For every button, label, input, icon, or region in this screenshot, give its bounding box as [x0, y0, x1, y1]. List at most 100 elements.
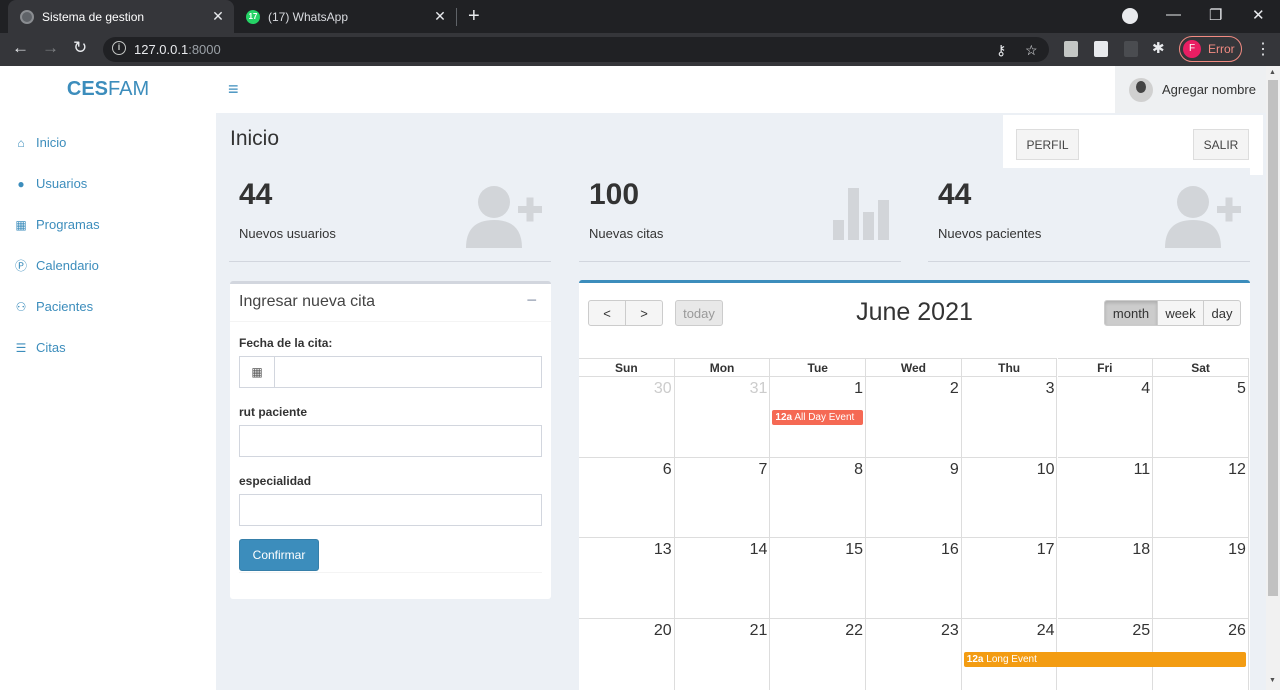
day-number: 20	[653, 621, 672, 639]
calendar-day-cell[interactable]: 6	[579, 457, 675, 538]
confirm-button[interactable]: Confirmar	[239, 539, 319, 571]
specialty-input[interactable]	[239, 494, 542, 526]
calendar-day-cell[interactable]: 4	[1057, 377, 1154, 458]
day-number: 5	[1236, 380, 1246, 397]
calendar-event[interactable]: 12a All Day Event	[772, 410, 864, 425]
bookmark-star-icon[interactable]: ☆	[1025, 42, 1038, 59]
calendar-day-cell[interactable]: 5	[1153, 377, 1249, 458]
day-number: 26	[1228, 621, 1246, 639]
sidebar-item-pacientes[interactable]: ⚇ Pacientes	[0, 286, 216, 327]
extensions-puzzle-icon[interactable]: ✱	[1152, 39, 1165, 57]
sidebar-item-inicio[interactable]: ⌂ Inicio	[0, 122, 216, 163]
calendar-day-cell[interactable]: 12	[1153, 457, 1249, 538]
calendar-day-cell[interactable]: 31	[674, 377, 771, 458]
calendar-day-cell[interactable]: 8	[770, 457, 867, 538]
extension-save-icon[interactable]	[1064, 41, 1078, 57]
day-view-button[interactable]: day	[1203, 300, 1241, 326]
rut-input[interactable]	[239, 425, 542, 457]
day-number: 19	[1228, 541, 1246, 558]
extension-document-icon[interactable]	[1094, 41, 1108, 57]
calendar-day-cell[interactable]: 2	[866, 377, 962, 458]
day-number: 21	[749, 621, 768, 639]
calendar-day-cell[interactable]: 20	[579, 618, 675, 690]
key-icon[interactable]: ⚷	[996, 42, 1006, 59]
calendar-day-cell[interactable]: 3	[961, 377, 1058, 458]
calendar-day-cell[interactable]: 22	[770, 618, 867, 690]
day-number: 10	[1036, 460, 1055, 478]
users-icon: ⚇	[15, 299, 27, 314]
calendar-day-cell[interactable]: 7	[674, 457, 771, 538]
sidebar-item-usuarios[interactable]: ● Usuarios	[0, 163, 216, 204]
day-of-week-header: Sun	[579, 358, 675, 377]
day-number: 6	[662, 460, 672, 478]
tab-search-icon[interactable]	[1122, 8, 1138, 24]
day-number: 14	[749, 541, 768, 558]
brand-logo[interactable]: CESFAM	[0, 78, 216, 101]
calendar-day-cell[interactable]: 11	[1057, 457, 1154, 538]
sidebar-item-calendario[interactable]: Ⓟ Calendario	[0, 245, 216, 286]
close-tab-icon[interactable]: ✕	[208, 8, 228, 25]
tab-sistema-de-gestion[interactable]: Sistema de gestion ✕	[8, 0, 234, 33]
site-info-icon[interactable]: i	[112, 41, 126, 55]
reload-icon[interactable]: ↻	[73, 38, 87, 58]
week-view-button[interactable]: week	[1157, 300, 1204, 326]
day-number: 23	[940, 621, 959, 639]
collapse-button[interactable]: −	[526, 290, 537, 311]
close-tab-icon[interactable]: ✕	[430, 8, 450, 25]
next-month-button[interactable]: >	[625, 300, 663, 326]
day-of-week-header: Wed	[866, 358, 962, 377]
today-button[interactable]: today	[675, 300, 723, 326]
forward-icon[interactable]: →	[42, 38, 59, 58]
calendar-day-cell[interactable]: 17	[961, 538, 1058, 619]
close-window-icon[interactable]: ✕	[1252, 6, 1265, 24]
address-bar[interactable]: i 127.0.0.1:8000 ⚷ ☆	[103, 37, 1049, 62]
day-number: 30	[653, 380, 672, 397]
tab-whatsapp[interactable]: 17 (17) WhatsApp ✕	[234, 0, 456, 33]
calendar-event[interactable]: 12a Long Event	[963, 651, 1246, 667]
box-footer-divider	[239, 572, 542, 573]
sidebar-item-programas[interactable]: ▦ Programas	[0, 204, 216, 245]
logout-button[interactable]: SALIR	[1193, 129, 1249, 160]
tab-title: Sistema de gestion	[42, 9, 145, 24]
restore-icon[interactable]: ❐	[1209, 6, 1222, 24]
calendar-day-cell[interactable]: 19	[1153, 538, 1249, 619]
prev-month-button[interactable]: <	[588, 300, 626, 326]
calendar-day-cell[interactable]: 21	[675, 618, 771, 690]
day-number: 11	[1133, 460, 1151, 478]
calendar-day-cell[interactable]: 23	[866, 618, 962, 690]
profile-button[interactable]: PERFIL	[1016, 129, 1079, 160]
scroll-up-icon[interactable]: ▲	[1269, 69, 1276, 76]
box-header: Ingresar nueva cita −	[230, 284, 551, 322]
stat-value: 44	[239, 178, 273, 211]
day-number: 4	[1141, 380, 1151, 397]
new-tab-button[interactable]: +	[468, 5, 480, 28]
calendar-day-cell[interactable]: 14	[674, 538, 771, 619]
browser-menu-icon[interactable]: ⋮	[1255, 39, 1271, 59]
back-icon[interactable]: ←	[12, 38, 29, 58]
profile-button[interactable]: F Error	[1179, 36, 1242, 62]
calendar-day-cell[interactable]: 18	[1057, 538, 1154, 619]
calendar-day-cell[interactable]: 13	[579, 538, 675, 619]
calendar-day-cell[interactable]: 30	[579, 377, 675, 458]
sidebar-toggle-icon[interactable]: ≡	[228, 79, 239, 100]
specialty-label: especialidad	[239, 474, 312, 488]
user-icon: ●	[17, 176, 25, 191]
calendar-icon[interactable]: ▦	[239, 356, 275, 388]
minimize-icon[interactable]: —	[1166, 6, 1181, 23]
user-menu[interactable]: Agregar nombre	[1115, 66, 1266, 113]
day-number: 22	[845, 621, 864, 639]
scroll-down-icon[interactable]: ▼	[1269, 677, 1276, 684]
page-scrollbar[interactable]: ▲ ▼	[1266, 66, 1280, 690]
extension-disabled-icon[interactable]	[1124, 41, 1138, 57]
calendar-day-cell[interactable]: 9	[866, 457, 962, 538]
stat-label: Nuevos usuarios	[239, 226, 336, 241]
calendar-day-cell[interactable]: 10	[961, 457, 1058, 538]
month-view-button[interactable]: month	[1104, 300, 1158, 326]
calendar-day-cell[interactable]: 15	[770, 538, 867, 619]
calendar-day-cell[interactable]: 16	[866, 538, 962, 619]
user-plus-icon	[466, 186, 542, 248]
sidebar-item-citas[interactable]: ☰ Citas	[0, 327, 216, 368]
scroll-thumb[interactable]	[1268, 80, 1278, 596]
sidebar-item-label: Citas	[36, 340, 66, 355]
date-input[interactable]	[274, 356, 542, 388]
